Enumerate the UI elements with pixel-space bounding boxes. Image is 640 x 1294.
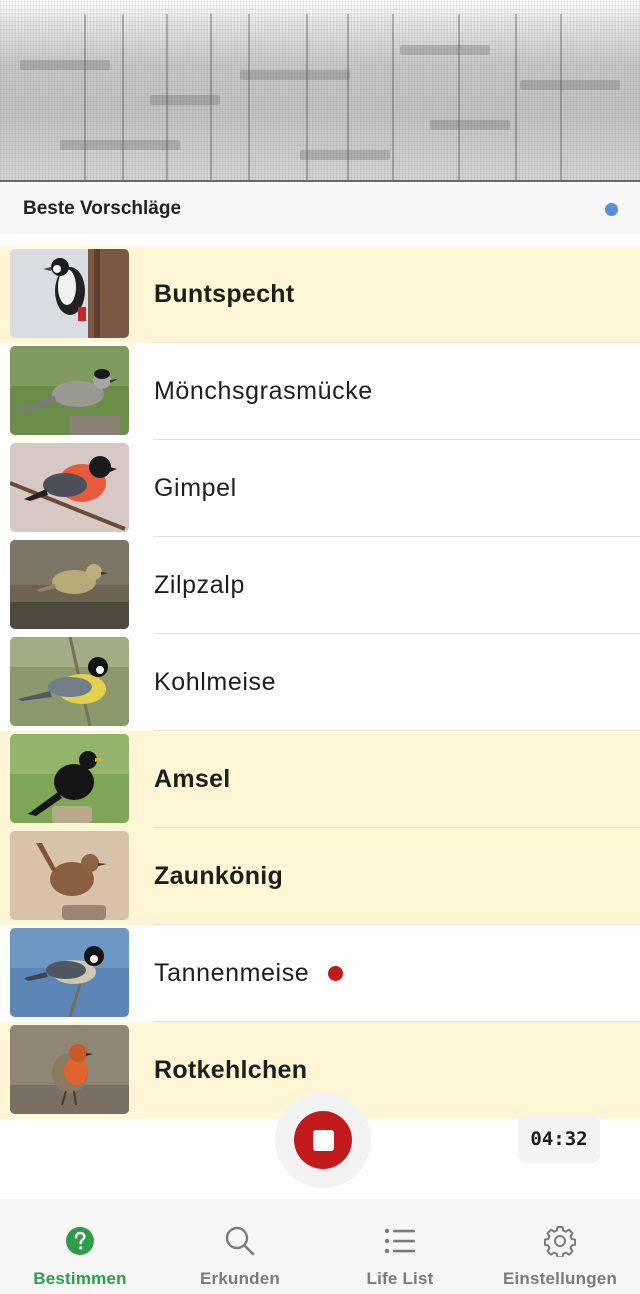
nav-einstellungen[interactable]: Einstellungen [480,1199,640,1294]
bird-name: Tannenmeise [154,959,310,987]
bird-name: Zaunkönig [154,862,284,890]
blackbird-photo [10,734,129,823]
new-species-dot [328,966,344,981]
list-item[interactable]: Buntspecht [0,246,640,343]
bird-list: Buntspecht Mönchsgrasmücke Gimpel Zilpza… [0,246,640,1119]
nav-bestimmen[interactable]: Bestimmen [0,1199,160,1294]
list-item[interactable]: Kohlmeise [0,634,640,731]
blackcap-photo [10,346,129,435]
nav-life-list[interactable]: Life List [320,1199,480,1294]
chiffchaff-photo [10,540,129,629]
suggestions-title: Beste Vorschläge [23,198,182,219]
nav-erkunden[interactable]: Erkunden [160,1199,320,1294]
bird-name: Amsel [154,765,231,793]
bird-name: Kohlmeise [154,668,277,696]
recording-timer: 04:32 [518,1115,600,1163]
record-button-container [275,1092,371,1188]
list-item[interactable]: Tannenmeise [0,925,640,1022]
bullfinch-photo [10,443,129,532]
question-circle-icon [63,1224,97,1258]
bird-name: Mönchsgrasmücke [154,377,373,405]
bird-name: Zilpzalp [154,571,245,599]
gear-icon [543,1224,577,1258]
list-item[interactable]: Gimpel [0,440,640,537]
stop-recording-button[interactable] [294,1111,352,1169]
nav-label: Bestimmen [33,1269,127,1288]
list-item[interactable]: Zaunkönig [0,828,640,925]
wren-photo [10,831,129,920]
list-icon [383,1224,417,1258]
bird-name: Gimpel [154,474,237,502]
list-item[interactable]: Zilpzalp [0,537,640,634]
spectrogram [0,0,640,182]
bottom-nav: Bestimmen Erkunden Life List Einstellung… [0,1199,640,1294]
stop-icon [312,1129,334,1151]
great-tit-photo [10,637,129,726]
nav-label: Erkunden [199,1269,280,1288]
nav-label: Einstellungen [502,1269,618,1288]
search-icon [223,1224,257,1258]
robin-photo [10,1025,129,1114]
bird-name: Buntspecht [154,280,295,308]
bird-name: Rotkehlchen [154,1056,308,1084]
list-item[interactable]: Amsel [0,731,640,828]
nav-label: Life List [366,1269,434,1288]
status-dot [605,202,618,216]
suggestions-header: Beste Vorschläge [0,184,640,234]
coal-tit-photo [10,928,129,1017]
list-item[interactable]: Mönchsgrasmücke [0,343,640,440]
great-spotted-woodpecker-photo [10,249,129,338]
